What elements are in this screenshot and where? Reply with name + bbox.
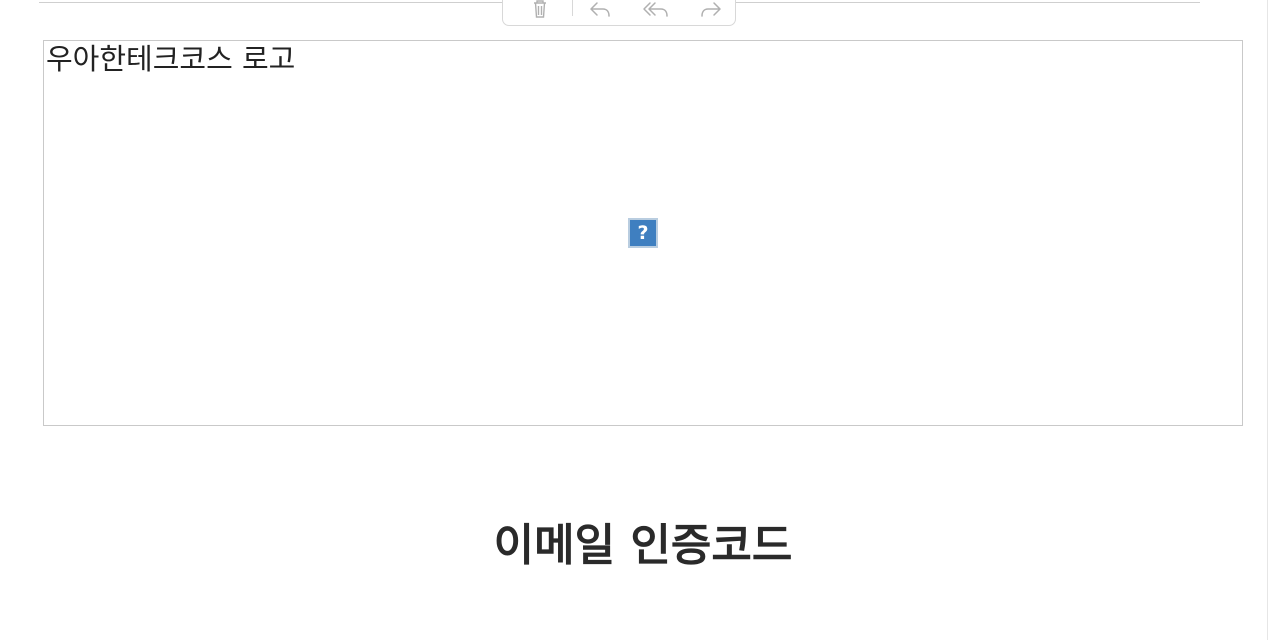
message-toolbar xyxy=(502,0,736,26)
logo-alt-text: 우아한테크코스 로고 xyxy=(46,42,296,76)
reply-all-button[interactable] xyxy=(639,0,673,23)
question-mark-icon: ? xyxy=(628,218,658,248)
email-heading: 이메일 인증코드 xyxy=(493,520,793,571)
logo-image-placeholder: 우아한테크코스 로고 ? xyxy=(43,40,1243,426)
reply-icon xyxy=(590,2,610,17)
toolbar-separator xyxy=(572,0,573,16)
reply-all-icon xyxy=(643,2,668,17)
email-viewer: 우아한테크코스 로고 ? 이메일 인증코드 xyxy=(0,0,1270,640)
delete-button[interactable] xyxy=(523,0,557,23)
forward-icon xyxy=(701,2,721,17)
reply-button[interactable] xyxy=(583,0,617,23)
trash-icon xyxy=(534,0,546,18)
forward-button[interactable] xyxy=(694,0,728,23)
